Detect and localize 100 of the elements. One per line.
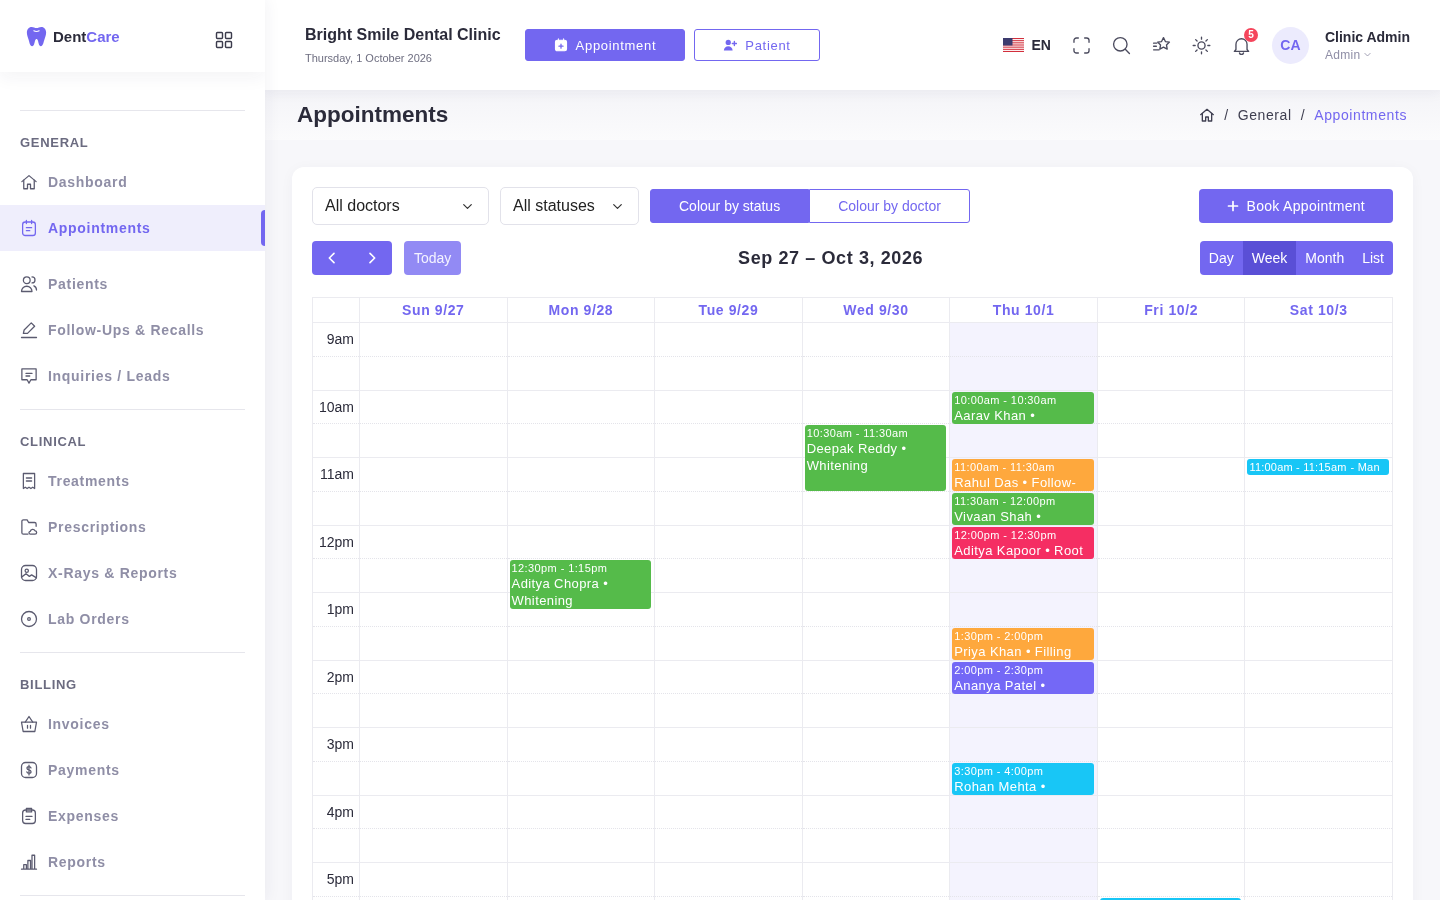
appointment-block[interactable]: 10:30am - 11:30am Deepak Reddy • Whitening [804, 425, 947, 492]
appointment-title: Rahul Das • Follow- [954, 474, 1077, 491]
appointment-title: Ananya Patel • [954, 676, 1046, 694]
sidebar-item[interactable]: Appointments [0, 205, 265, 251]
sidebar-item[interactable]: Lab Orders [20, 596, 130, 642]
appointment-block[interactable]: 12:30pm - 1:15pm Aditya Chopra • Whitening [509, 560, 652, 610]
pencil-icon [20, 321, 38, 339]
sidebar-item[interactable]: Reports [20, 839, 106, 885]
home-icon[interactable] [1199, 107, 1216, 123]
sidebar-item[interactable]: Inquiries / Leads [20, 353, 171, 399]
current-date: Thursday, 1 October 2026 [305, 52, 432, 64]
time-label: 12pm [318, 533, 354, 550]
view-tab[interactable]: List [1353, 241, 1393, 275]
sidebar-item[interactable]: Follow-Ups & Recalls [20, 307, 205, 353]
calendar-plus-icon [553, 38, 568, 52]
time-label: 11am [320, 466, 354, 483]
basket-icon [20, 715, 38, 733]
view-tab[interactable]: Month [1296, 241, 1354, 275]
sidebar-item[interactable]: Expenses [20, 793, 119, 839]
caret-icon [1363, 50, 1373, 59]
sidebar-item[interactable]: Treatments [20, 458, 130, 504]
day-header: Tue 9/29 [698, 302, 759, 318]
sidebar-item[interactable]: Invoices [20, 701, 110, 747]
image-icon [20, 564, 38, 582]
date-range-title: Sep 27 – Oct 3, 2026 [738, 247, 924, 269]
appointment-block[interactable]: 11:30am - 12:00pm Vivaan Shah • [952, 492, 1094, 525]
appointment-block[interactable]: 10:00am - 10:30am Aarav Khan • [952, 391, 1094, 424]
day-header: Sun 9/27 [402, 302, 465, 318]
view-tab[interactable]: Week [1242, 241, 1297, 275]
appointment-title: Rohan Mehta • [954, 777, 1046, 795]
appointment-time: 10:00am - 10:30am [954, 392, 1057, 407]
home-icon [20, 173, 38, 191]
receipt-icon [20, 472, 38, 490]
day-header: Sat 10/3 [1289, 302, 1348, 318]
folder-icon [20, 518, 38, 536]
message-icon [20, 367, 38, 385]
circle-dot-icon [20, 610, 38, 628]
clipboard-icon [20, 807, 38, 825]
appointment-time: 10:30am - 11:30am [806, 426, 909, 441]
book-appointment-button[interactable]: Book Appointment [1198, 189, 1393, 223]
view-tab[interactable]: Day [1199, 241, 1243, 275]
appointment-title: - Man [1350, 460, 1380, 475]
filter-dropdown[interactable]: All doctors [312, 187, 489, 225]
appointment-time: 11:00am - 11:30am [954, 460, 1055, 474]
plus-icon [1226, 200, 1239, 212]
filter-dropdown[interactable]: All statuses [500, 187, 639, 225]
fullscreen-icon[interactable] [1071, 35, 1091, 55]
sidebar-item[interactable]: Patients [20, 261, 109, 307]
logo-text: DentCare [53, 27, 120, 45]
appointment-block[interactable]: 11:00am - 11:30am Rahul Das • Follow- [952, 459, 1094, 491]
section-heading: GENERAL [20, 135, 89, 151]
appointment-block[interactable]: 1:30pm - 2:00pm Priya Khan • Filling [952, 627, 1094, 660]
time-label: 9am [326, 331, 354, 348]
user-name: Clinic Admin [1324, 28, 1410, 45]
breadcrumb-separator: / [1224, 107, 1229, 123]
time-label: 4pm [326, 803, 354, 820]
appointment-title: Deepak Reddy • Whitening [806, 440, 908, 475]
appointment-block[interactable]: 11:00am - 11:15am - Man [1247, 459, 1389, 475]
add-patient-button[interactable]: Patient [694, 29, 820, 61]
appointment-time: 3:30pm - 4:00pm [954, 763, 1044, 778]
appointment-time: 1:30pm - 2:00pm [954, 628, 1044, 643]
add-appointment-button[interactable]: Appointment [524, 29, 686, 61]
sidebar-item[interactable]: Payments [20, 747, 120, 793]
appointment-block[interactable]: 2:00pm - 2:30pm Ananya Patel • [952, 661, 1094, 694]
appointment-time: 11:30am - 12:00pm [954, 493, 1056, 508]
appointment-time: 12:30pm - 1:15pm [511, 561, 608, 576]
avatar[interactable]: CA [1271, 26, 1309, 64]
day-header: Thu 10/1 [992, 302, 1055, 318]
appointment-title: Aarav Khan • [954, 406, 1036, 424]
appointment-block[interactable]: 12:00pm - 12:30pm Aditya Kapoor • Root [952, 526, 1094, 559]
bar-chart-icon [20, 853, 38, 871]
notification-badge: 5 [1243, 27, 1258, 42]
flag-icon [1002, 38, 1024, 52]
colour-mode-toggle[interactable]: Colour by status [650, 189, 810, 223]
sidebar-item[interactable]: Dashboard [20, 159, 128, 205]
sidebar-item[interactable]: Prescriptions [20, 504, 147, 550]
user-plus-icon [723, 38, 738, 52]
breadcrumb-link[interactable]: General [1237, 107, 1292, 123]
day-header: Fri 10/2 [1144, 302, 1199, 318]
appointment-time: 2:00pm - 2:30pm [954, 662, 1044, 677]
sidebar-item[interactable]: X-Rays & Reports [20, 550, 178, 596]
search-icon[interactable] [1111, 35, 1131, 55]
breadcrumb-separator: / [1300, 107, 1306, 123]
appointment-title: Vivaan Shah • [954, 507, 1042, 525]
calendar-icon [20, 219, 38, 237]
dollar-icon [20, 761, 38, 779]
language-selector[interactable]: EN [1002, 37, 1051, 53]
appointment-title: Priya Khan • Filling [954, 642, 1072, 660]
user-role-dropdown[interactable]: Admin [1324, 47, 1373, 62]
time-label: 2pm [326, 668, 354, 685]
grid-icon[interactable] [215, 31, 233, 49]
appointment-block[interactable]: 3:30pm - 4:00pm Rohan Mehta • [952, 762, 1094, 795]
time-label: 1pm [326, 601, 354, 618]
users-icon [20, 275, 38, 293]
sun-icon[interactable] [1191, 35, 1211, 55]
colour-mode-toggle[interactable]: Colour by doctor [809, 189, 970, 223]
appointment-title: Aditya Chopra • Whitening [511, 575, 610, 610]
day-header: Wed 9/30 [843, 302, 909, 318]
tooth-icon [26, 24, 47, 48]
time-label: 5pm [326, 871, 354, 888]
